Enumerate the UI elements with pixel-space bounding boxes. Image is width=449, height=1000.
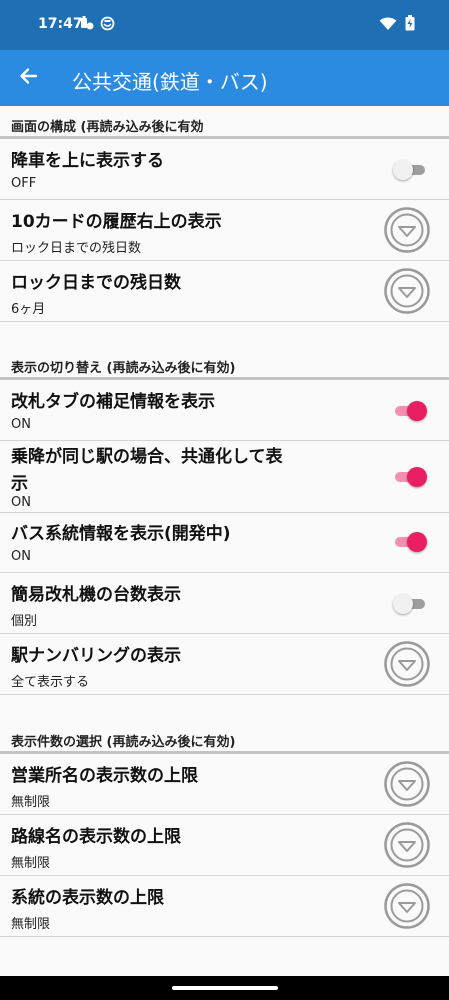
section-header-label: 表示の切り替え (再読み込み後に有効) (11, 361, 236, 376)
setting-item-office-name-limit[interactable]: 営業所名の表示数の上限 無制限 (0, 754, 449, 815)
toggle-switch[interactable] (393, 158, 427, 180)
chevron-down-icon (384, 761, 430, 807)
setting-item-bus-route-info[interactable]: バス系統情報を表示(開発中) ON (0, 513, 449, 573)
setting-item-same-station-merge[interactable]: 乗降が同じ駅の場合、共通化して表 示 ON (0, 441, 449, 513)
setting-title: 系統の表示数の上限 (11, 888, 164, 908)
section-header-label: 表示件数の選択 (再読み込み後に有効) (11, 735, 236, 750)
back-button[interactable] (10, 60, 46, 96)
section-header-display-count: 表示件数の選択 (再読み込み後に有効) (0, 695, 449, 754)
app-status-icon (100, 16, 115, 35)
navigation-bar (0, 976, 449, 1000)
dropdown-button[interactable] (384, 822, 430, 868)
setting-title: 10カードの履歴右上の表示 (11, 212, 222, 232)
settings-list: 画面の構成 (再読み込み後に有効 降車を上に表示する OFF 10カードの履歴右… (0, 106, 449, 937)
setting-value: 個別 (11, 614, 38, 629)
chevron-down-icon (384, 268, 430, 314)
dropdown-button[interactable] (384, 268, 430, 314)
setting-item-line-name-limit[interactable]: 路線名の表示数の上限 無制限 (0, 815, 449, 876)
setting-item-alight-on-top[interactable]: 降車を上に表示する OFF (0, 139, 449, 200)
setting-value: 無制限 (11, 795, 51, 810)
setting-value: 無制限 (11, 856, 51, 871)
setting-title: 営業所名の表示数の上限 (11, 766, 198, 786)
notification-icon (80, 15, 94, 35)
section-header-layout: 画面の構成 (再読み込み後に有効 (0, 106, 449, 139)
setting-value: ロック日までの残日数 (11, 241, 142, 256)
toggle-switch[interactable] (393, 530, 427, 552)
setting-value: ON (11, 549, 31, 564)
battery-icon (405, 15, 415, 35)
page-title: 公共交通(鉄道・バス) (72, 70, 268, 94)
setting-item-gate-tab-info[interactable]: 改札タブの補足情報を表示 ON (0, 380, 449, 441)
dropdown-button[interactable] (384, 641, 430, 687)
setting-item-simple-gate-count[interactable]: 簡易改札機の台数表示 個別 (0, 573, 449, 634)
section-header-label: 画面の構成 (再読み込み後に有効 (11, 120, 204, 135)
dropdown-button[interactable] (384, 207, 430, 253)
chevron-down-icon (384, 883, 430, 929)
status-left-icons (80, 15, 115, 35)
setting-value: ON (11, 417, 31, 432)
arrow-back-icon (18, 66, 38, 90)
status-right-icons (379, 15, 415, 35)
setting-title: 降車を上に表示する (11, 151, 164, 171)
status-time: 17:47 (38, 16, 83, 32)
chevron-down-icon (384, 822, 430, 868)
setting-title: 路線名の表示数の上限 (11, 827, 181, 847)
toggle-switch[interactable] (393, 592, 427, 614)
setting-title: 簡易改札機の台数表示 (11, 585, 181, 605)
section-header-display-toggle: 表示の切り替え (再読み込み後に有効) (0, 322, 449, 380)
setting-title-continued: 示 (11, 474, 28, 494)
setting-value: 6ヶ月 (11, 302, 46, 317)
setting-item-route-limit[interactable]: 系統の表示数の上限 無制限 (0, 876, 449, 937)
setting-title: 改札タブの補足情報を表示 (11, 392, 215, 412)
status-bar: 17:47 (0, 0, 449, 50)
setting-item-station-numbering[interactable]: 駅ナンバリングの表示 全て表示する (0, 634, 449, 695)
setting-value: ON (11, 495, 31, 510)
setting-title: バス系統情報を表示(開発中) (11, 524, 231, 544)
chevron-down-icon (384, 641, 430, 687)
setting-value: OFF (11, 176, 37, 191)
dropdown-button[interactable] (384, 883, 430, 929)
setting-title: ロック日までの残日数 (11, 273, 181, 293)
setting-value: 全て表示する (11, 675, 90, 690)
chevron-down-icon (384, 207, 430, 253)
setting-item-days-until-lock[interactable]: ロック日までの残日数 6ヶ月 (0, 261, 449, 322)
setting-value: 無制限 (11, 917, 51, 932)
home-gesture-handle[interactable] (172, 986, 278, 990)
setting-title: 乗降が同じ駅の場合、共通化して表 (11, 447, 283, 467)
wifi-icon (379, 16, 397, 35)
toggle-switch[interactable] (393, 399, 427, 421)
toggle-switch[interactable] (393, 465, 427, 487)
dropdown-button[interactable] (384, 761, 430, 807)
setting-title: 駅ナンバリングの表示 (11, 646, 181, 666)
app-bar: 公共交通(鉄道・バス) (0, 50, 449, 106)
setting-item-card-history-display[interactable]: 10カードの履歴右上の表示 ロック日までの残日数 (0, 200, 449, 261)
